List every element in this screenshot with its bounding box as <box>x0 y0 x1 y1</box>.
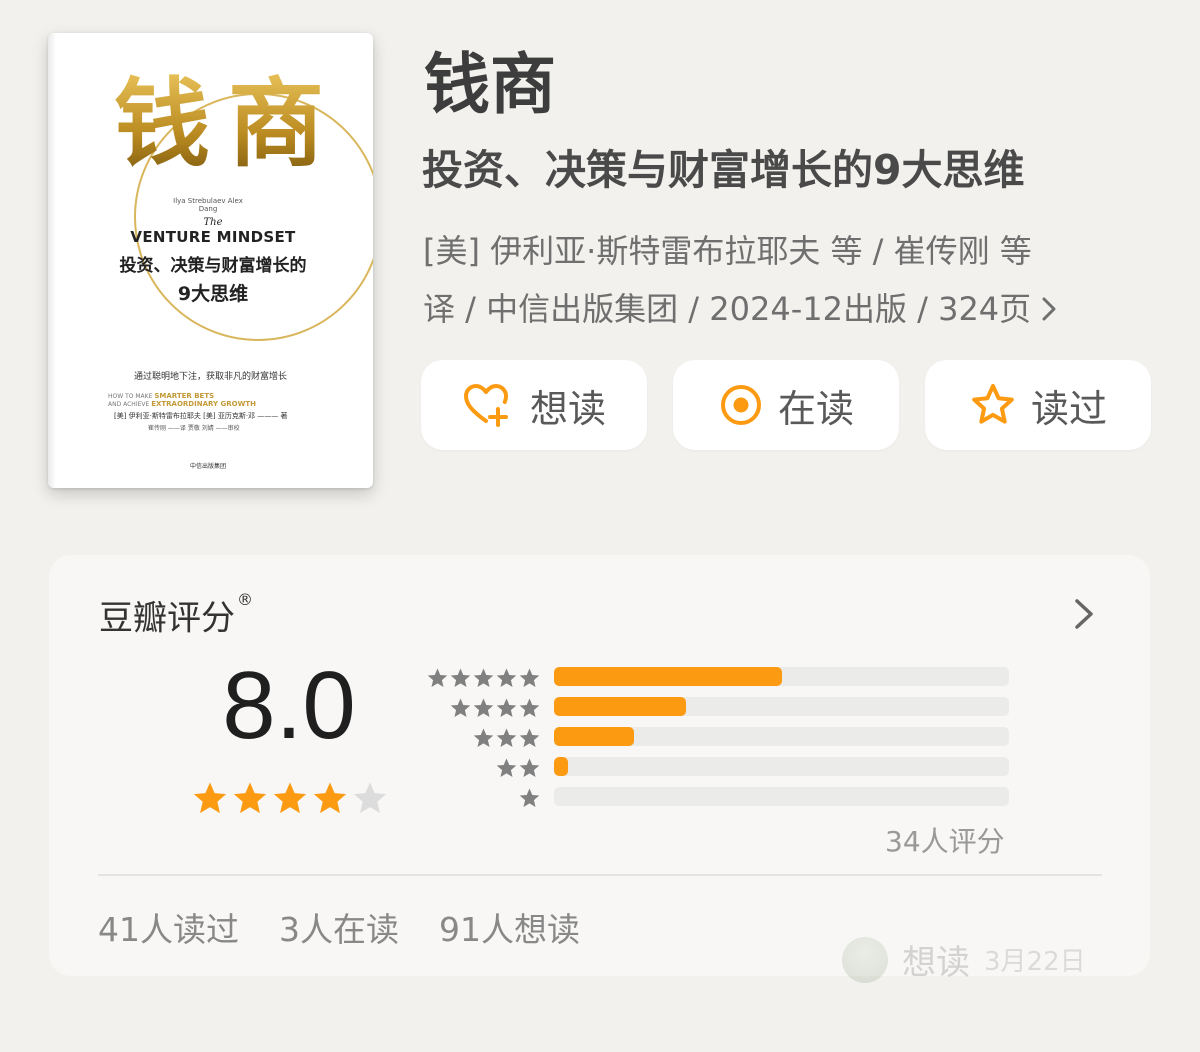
star-small-icon <box>519 758 540 778</box>
reading-label: 在读 <box>777 386 854 431</box>
reader-stats: 41人读过 3人在读 91人想读 <box>98 903 580 951</box>
toast-date: 3月22日 <box>984 947 1086 977</box>
target-circle-icon <box>718 382 764 428</box>
star-small-icon <box>427 668 448 688</box>
book-meta[interactable]: [美] 伊利亚·斯特雷布拉耶夫 等 / 崔传刚 等 译 / 中信出版集团 / 2… <box>423 222 1123 340</box>
rating-card[interactable]: 豆瓣评分 ® 8.0 34人评分 41人读过 3人在读 91人想读 想读 3月22… <box>49 555 1150 983</box>
star-filled-icon <box>313 782 347 814</box>
rating-bar-track <box>554 757 1009 776</box>
book-subtitle: 投资、决策与财富增长的9大思维 <box>422 146 1025 194</box>
cover-en-tag-2b: EXTRAORDINARY GROWTH <box>151 400 256 408</box>
star-empty-icon <box>353 782 387 814</box>
star-small-icon <box>473 698 494 718</box>
divider <box>98 874 1102 876</box>
cover-authors-en: Ilya Strebulaev Alex Dang <box>173 197 243 213</box>
book-title: 钱商 <box>424 46 556 123</box>
star-small-icon <box>519 668 540 688</box>
rating-bar-fill <box>554 757 568 776</box>
cover-subtitle-line-2: 9大思维 <box>177 283 249 305</box>
star-small-icon <box>496 698 517 718</box>
avatar <box>842 936 888 983</box>
rating-bar-stars <box>426 667 541 690</box>
star-small-icon <box>450 698 471 718</box>
cover-en-tagline: HOW TO MAKE SMARTER BETS AND ACHIEVE EXT… <box>108 392 308 408</box>
rating-stars <box>191 780 389 818</box>
read-label: 读过 <box>1030 386 1107 431</box>
star-outline-icon <box>969 382 1017 428</box>
rating-bar-row-2 <box>424 755 1014 785</box>
stat-want[interactable]: 91人想读 <box>439 903 580 951</box>
star-filled-icon <box>233 782 267 814</box>
rating-bar-row-1 <box>424 785 1014 815</box>
chevron-right-icon <box>1041 282 1057 340</box>
cover-tagline: 通过聪明地下注，获取非凡的财富增长 <box>133 372 287 382</box>
book-meta-line-2: 译 / 中信出版集团 / 2024-12出版 / 324页 <box>423 290 1032 328</box>
cover-title-char-1: 钱 <box>114 67 210 180</box>
rating-bar-fill <box>554 727 634 746</box>
book-meta-line-2-wrap: 译 / 中信出版集团 / 2024-12出版 / 324页 <box>423 280 1123 340</box>
star-small-icon <box>519 728 540 748</box>
stat-read[interactable]: 41人读过 <box>98 903 239 951</box>
rating-label: 豆瓣评分 <box>99 598 235 639</box>
book-cover[interactable]: 钱 商 Ilya Strebulaev Alex Dang The VENTUR… <box>48 33 373 488</box>
cover-publisher: 中信出版集团 <box>189 463 226 470</box>
cover-en-tag-2: AND ACHIEVE <box>108 401 150 408</box>
book-meta-line-1: [美] 伊利亚·斯特雷布拉耶夫 等 / 崔传刚 等 <box>423 232 1032 270</box>
cover-subtitle-line-1: 投资、决策与财富增长的 <box>119 256 307 276</box>
reading-button[interactable]: 在读 <box>673 360 899 450</box>
star-small-icon <box>496 758 517 778</box>
rating-bar-track <box>554 727 1009 746</box>
cover-title-char-2: 商 <box>228 67 324 180</box>
rating-bar-fill <box>554 697 686 716</box>
read-button[interactable]: 读过 <box>925 360 1151 450</box>
star-small-icon <box>496 668 517 688</box>
rating-bar-fill <box>554 667 782 686</box>
cover-the: The <box>203 217 223 228</box>
rating-bar-row-4 <box>424 695 1014 725</box>
rating-bar-stars <box>495 757 541 780</box>
star-small-icon <box>450 668 471 688</box>
activity-toast: 想读 3月22日 <box>842 935 1086 984</box>
rating-bar-track <box>554 697 1009 716</box>
star-filled-icon <box>193 782 227 814</box>
cover-en-tag-1: HOW TO MAKE <box>108 393 153 400</box>
star-small-icon <box>519 788 540 808</box>
rating-bar-stars <box>518 787 541 810</box>
cover-en-tag-1b: SMARTER BETS <box>154 392 215 400</box>
cover-translators: 崔传刚 ——译 贾敬 刘婧 ——审校 <box>148 425 240 432</box>
star-small-icon <box>519 698 540 718</box>
heart-plus-icon <box>462 381 516 429</box>
star-small-icon <box>473 728 494 748</box>
rating-bar-stars <box>472 727 541 750</box>
rating-count: 34人评分 <box>885 825 1005 858</box>
rating-card-title: 豆瓣评分 ® <box>99 590 253 639</box>
cover-en-title: VENTURE MINDSET <box>130 228 296 246</box>
rating-bar-row-5 <box>424 665 1014 695</box>
rating-bar-track <box>554 667 1009 686</box>
want-to-read-label: 想读 <box>529 386 606 431</box>
rating-bar-row-3 <box>424 725 1014 755</box>
rating-bar-stars <box>449 697 541 720</box>
rating-chevron-right-icon[interactable] <box>1073 597 1095 635</box>
rating-score: 8.0 <box>222 652 356 759</box>
star-small-icon <box>473 668 494 688</box>
star-small-icon <box>496 728 517 748</box>
star-filled-icon <box>273 782 307 814</box>
stat-reading[interactable]: 3人在读 <box>279 903 399 951</box>
want-to-read-button[interactable]: 想读 <box>421 360 647 450</box>
toast-action: 想读 <box>902 943 970 983</box>
registered-mark: ® <box>237 590 253 609</box>
cover-authors-cn: [美] 伊利亚·斯特雷布拉耶夫 [美] 亚历克斯·邓 ——— 著 <box>114 412 288 420</box>
cover-spine <box>48 33 56 488</box>
rating-distribution <box>424 665 1014 815</box>
rating-bar-track <box>554 787 1009 806</box>
